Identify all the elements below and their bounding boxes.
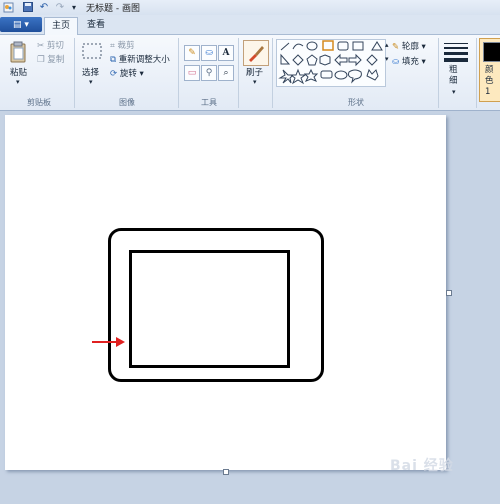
tools-group-label: 工具 (201, 98, 217, 107)
resize-handle-right[interactable] (446, 290, 452, 296)
save-icon[interactable] (22, 1, 34, 13)
resize-icon: ⧉ (110, 55, 117, 65)
shapes-scroll-down-icon[interactable]: ▾ (385, 55, 389, 63)
size-dropdown-icon[interactable]: ▾ (452, 88, 456, 96)
copy-button[interactable]: ❐ 复制 (37, 53, 64, 65)
fill-bucket-small-icon: ⛀ (392, 57, 400, 67)
image-group-label: 图像 (119, 98, 135, 107)
color1-swatch (483, 42, 500, 62)
line-size-icon[interactable] (442, 41, 470, 63)
customize-toolbar-icon[interactable]: ▾ (69, 1, 79, 13)
red-arrow-annotation (92, 337, 125, 347)
ribbon-separator (272, 38, 273, 108)
tab-home[interactable]: 主页 (44, 17, 78, 35)
window-title: 无标题 - 画图 (86, 4, 140, 14)
crop-icon: ⌗ (110, 41, 115, 51)
shapes-scroll-up-icon[interactable]: ▴ (385, 41, 389, 49)
ribbon-separator (238, 38, 239, 108)
ribbon: 粘贴 ▾ ✂ 剪切 ❐ 复制 剪贴板 选择 ▾ ⌗ 裁剪 ⧉ 重新调整大小 ⟳ … (0, 35, 500, 111)
shapes-gallery-icons[interactable] (277, 40, 385, 86)
shapes-gallery (276, 39, 386, 87)
redo-icon[interactable]: ↷ (54, 1, 66, 13)
rotate-icon: ⟳ (110, 69, 118, 79)
baidu-watermark: Bai 经验 (390, 458, 454, 474)
paste-icon[interactable] (8, 40, 28, 64)
rotate-button[interactable]: ⟳ 旋转 ▾ (110, 67, 144, 79)
paint-menu-button[interactable]: ▤ ▾ (0, 17, 42, 32)
title-bar: ↶ ↷ ▾ 无标题 - 画图 (0, 0, 500, 16)
ribbon-separator (178, 38, 179, 108)
select-button[interactable]: 选择 (82, 66, 99, 78)
color-picker-icon[interactable]: ⚲ (201, 65, 217, 81)
undo-icon[interactable]: ↶ (38, 1, 50, 13)
color1-button[interactable]: 颜色 1 (479, 38, 500, 102)
ribbon-separator (438, 38, 439, 108)
menu-icon: ▤ ▾ (13, 19, 29, 30)
brushes-dropdown-icon[interactable]: ▾ (253, 78, 257, 86)
shapes-group-label: 形状 (348, 98, 364, 107)
fill-bucket-icon[interactable]: ⛀ (201, 45, 217, 61)
size-button[interactable]: 粗细 (449, 65, 461, 87)
paste-button[interactable]: 粘贴 (10, 66, 27, 78)
ribbon-separator (476, 38, 477, 108)
paint-app-icon[interactable] (2, 1, 14, 13)
brushes-button[interactable]: 刷子 (246, 66, 263, 78)
cut-button[interactable]: ✂ 剪切 (37, 39, 64, 51)
tab-view[interactable]: 查看 (80, 17, 112, 34)
magnifier-icon[interactable]: ⌕ (218, 65, 234, 81)
select-dropdown-icon[interactable]: ▾ (89, 78, 93, 86)
color1-label: 颜色 1 (485, 65, 494, 97)
brushes-icon[interactable] (243, 40, 269, 66)
fill-button[interactable]: ⛀ 填充 ▾ (392, 55, 426, 67)
outline-pen-icon: ✎ (392, 42, 400, 52)
resize-button[interactable]: ⧉ 重新调整大小 (110, 53, 170, 65)
paste-dropdown-icon[interactable]: ▾ (16, 78, 20, 86)
copy-icon: ❐ (37, 55, 45, 65)
ribbon-separator (74, 38, 75, 108)
outline-button[interactable]: ✎ 轮廓 ▾ (392, 40, 426, 52)
resize-handle-bottom[interactable] (223, 469, 229, 475)
eraser-icon[interactable]: ▭ (184, 65, 200, 81)
rectangle-shape (129, 250, 290, 368)
crop-button[interactable]: ⌗ 裁剪 (110, 39, 135, 51)
scissors-icon: ✂ (37, 41, 45, 51)
clipboard-group-label: 剪贴板 (27, 98, 51, 107)
rotate-dropdown-icon: ▾ (139, 69, 144, 79)
select-rectangle-icon[interactable] (82, 42, 102, 60)
text-tool-icon[interactable]: A (218, 45, 234, 61)
pencil-icon[interactable]: ✎ (184, 45, 200, 61)
